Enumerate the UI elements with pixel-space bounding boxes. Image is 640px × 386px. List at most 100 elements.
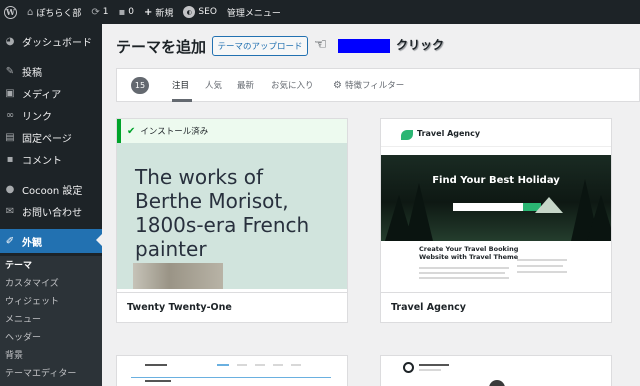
- theme-preview-heading: The works of Berthe Morisot, 1800s-era F…: [135, 165, 310, 261]
- theme-count-badge: 15: [131, 77, 149, 94]
- redaction-block: [338, 39, 390, 53]
- theme-preview-hero-title: Find Your Best Holiday: [432, 175, 560, 186]
- theme-card-travel-agency[interactable]: Travel Agency Find Your Best Holiday Cre…: [380, 118, 612, 323]
- pointing-hand-icon: ☜: [314, 35, 328, 53]
- theme-name: Travel Agency: [381, 292, 611, 322]
- admin-bar: W ⌂ ぽちらく部 ⟳ 1 ▪ 0 + 新規 ◐ SEO 管理メニュー: [0, 0, 640, 24]
- sidebar-item-label: メディア: [22, 89, 62, 101]
- theme-card-partial-right[interactable]: [380, 355, 612, 386]
- sidebar-item-label: お問い合わせ: [22, 207, 82, 219]
- link-icon: ∞: [5, 109, 15, 121]
- theme-card-twenty-twenty-one[interactable]: ✔ インストール済み The works of Berthe Morisot, …: [116, 118, 348, 323]
- sidebar-item-label: 投稿: [22, 67, 42, 79]
- sidebar-item-comments[interactable]: ▪ コメント: [0, 148, 102, 170]
- tab-featured[interactable]: 注目: [172, 79, 189, 91]
- admin-sidebar: ◕ ダッシュボード ✎ 投稿 ▣ メディア ∞ リンク ▤ 固定ページ ▪ コメ…: [0, 24, 102, 386]
- site-name: ぽちらく部: [36, 8, 82, 19]
- text-line: [419, 267, 509, 269]
- sidebar-item-media[interactable]: ▣ メディア: [0, 82, 102, 104]
- feature-filter-button[interactable]: ⚙ 特徴フィルター: [333, 79, 404, 91]
- sidebar-item-label: Cocoon 設定: [22, 185, 83, 197]
- submenu-customize[interactable]: カスタマイズ: [5, 276, 59, 289]
- sidebar-item-cocoon-settings[interactable]: ● Cocoon 設定: [0, 178, 102, 200]
- tab-latest[interactable]: 最新: [237, 79, 254, 91]
- submenu-themes[interactable]: テーマ: [5, 258, 32, 271]
- theme-preview-nav: [381, 146, 611, 155]
- heading-line: [145, 380, 171, 382]
- sidebar-item-label: 外観: [22, 237, 42, 249]
- submenu-theme-editor[interactable]: テーマエディター: [5, 366, 76, 379]
- updates-count: 1: [102, 7, 109, 17]
- comments-count: 0: [128, 7, 135, 17]
- sidebar-item-posts[interactable]: ✎ 投稿: [0, 60, 102, 82]
- brush-icon: ✐: [5, 235, 15, 247]
- submenu-widgets[interactable]: ウィジェット: [5, 294, 59, 307]
- logo-line: [145, 364, 167, 366]
- upload-theme-button[interactable]: テーマのアップロード: [212, 36, 308, 56]
- nav-line: [237, 364, 247, 366]
- nav-line: [273, 364, 283, 366]
- logo-line: [419, 369, 441, 371]
- sidebar-item-contact[interactable]: ✉ お問い合わせ: [0, 200, 102, 222]
- sidebar-item-links[interactable]: ∞ リンク: [0, 104, 102, 126]
- text-line: [517, 259, 567, 261]
- new-label: 新規: [155, 8, 174, 19]
- installed-label: インストール済み: [140, 127, 209, 137]
- text-line: [419, 277, 509, 279]
- page-icon: ▤: [5, 131, 15, 143]
- appearance-submenu: テーマ カスタマイズ ウィジェット メニュー ヘッダー 背景 テーマエディター: [0, 256, 102, 386]
- text-line: [517, 271, 567, 273]
- updates-link[interactable]: ⟳ 1: [86, 0, 113, 24]
- comments-link[interactable]: ▪ 0: [114, 0, 140, 24]
- sidebar-item-label: リンク: [22, 111, 52, 123]
- feature-filter-label: 特徴フィルター: [344, 81, 405, 91]
- comment-bubble-icon: ▪: [118, 6, 126, 18]
- nav-line: [291, 364, 301, 366]
- theme-card-partial-left[interactable]: [116, 355, 348, 386]
- tree-silhouette: [405, 183, 433, 241]
- theme-preview-image: [133, 263, 223, 289]
- site-name-link[interactable]: ⌂ ぽちらく部: [22, 0, 86, 24]
- nav-line: [217, 364, 229, 366]
- tent-shape: [535, 197, 563, 213]
- updates-icon: ⟳: [91, 6, 100, 18]
- theme-preview-search: [453, 203, 523, 211]
- plus-icon: +: [144, 6, 153, 18]
- sidebar-item-dashboard[interactable]: ◕ ダッシュボード: [0, 30, 102, 52]
- sidebar-item-pages[interactable]: ▤ 固定ページ: [0, 126, 102, 148]
- theme-preview-hero: Find Your Best Holiday: [381, 155, 611, 241]
- preview-accent-line: [131, 377, 331, 378]
- cocoon-icon: ●: [5, 183, 15, 195]
- tree-silhouette: [587, 195, 611, 241]
- media-icon: ▣: [5, 87, 15, 99]
- gear-icon: ⚙: [333, 80, 342, 91]
- installed-notice: ✔ インストール済み: [117, 119, 347, 143]
- seo-label: SEO: [198, 7, 217, 17]
- theme-filter-bar: 15 注目 人気 最新 お気に入り ⚙ 特徴フィルター: [116, 68, 640, 102]
- travel-logo-icon: [401, 130, 413, 140]
- tab-popular[interactable]: 人気: [205, 79, 222, 91]
- admin-menu-link[interactable]: 管理メニュー: [222, 0, 286, 24]
- pin-icon: ✎: [5, 65, 15, 77]
- new-content-link[interactable]: + 新規: [139, 0, 178, 24]
- submenu-background[interactable]: 背景: [5, 348, 23, 361]
- seo-icon: ◐: [183, 6, 196, 18]
- wordpress-logo-icon: W: [4, 5, 17, 19]
- avatar-silhouette: [489, 380, 505, 386]
- tab-favorites[interactable]: お気に入り: [271, 79, 314, 91]
- sidebar-item-label: 固定ページ: [22, 133, 72, 145]
- seo-link[interactable]: ◐ SEO: [178, 0, 221, 24]
- admin-menu-label: 管理メニュー: [226, 8, 281, 19]
- sidebar-item-appearance[interactable]: ✐ 外観: [0, 229, 102, 253]
- nav-line: [255, 364, 265, 366]
- dashboard-icon: ◕: [5, 35, 15, 47]
- submenu-menus[interactable]: メニュー: [5, 312, 41, 325]
- comment-icon: ▪: [6, 153, 14, 165]
- checkmark-icon: ✔: [127, 125, 136, 137]
- theme-name: Twenty Twenty-One: [117, 292, 347, 322]
- theme-preview-header: Travel Agency: [381, 119, 611, 155]
- submenu-header[interactable]: ヘッダー: [5, 330, 41, 343]
- wordpress-logo-button[interactable]: W: [0, 0, 22, 24]
- click-annotation: クリック: [396, 38, 445, 52]
- text-line: [419, 272, 505, 274]
